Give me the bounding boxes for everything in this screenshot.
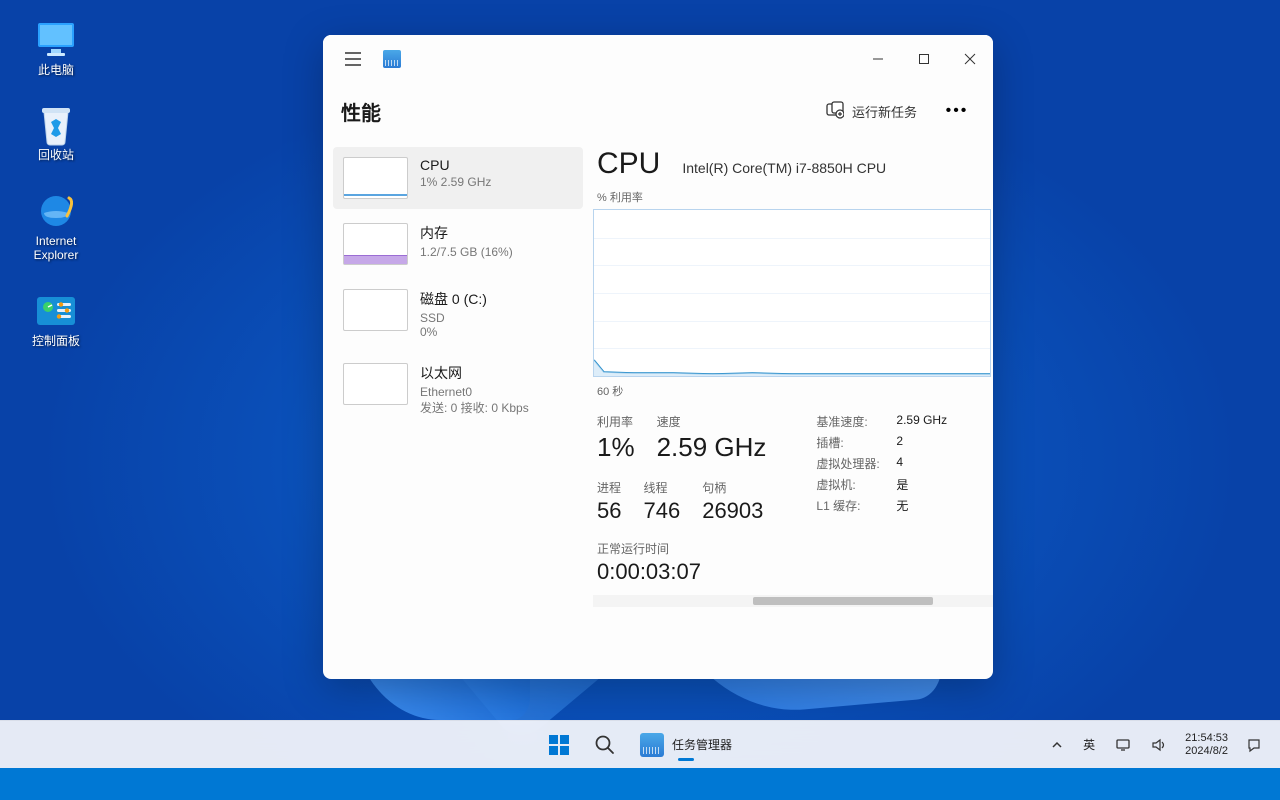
titlebar[interactable] bbox=[323, 35, 993, 83]
taskbar-app-task-manager[interactable]: 任务管理器 bbox=[630, 727, 742, 763]
monitor-icon bbox=[34, 20, 78, 60]
taskbar: 任务管理器 英 21:54:53 2024/8/2 bbox=[0, 720, 1280, 768]
cpu-thumbnail bbox=[343, 157, 408, 199]
task-manager-icon bbox=[640, 733, 664, 757]
start-button[interactable] bbox=[538, 724, 580, 766]
chart-y-label: % 利用率 bbox=[593, 189, 993, 209]
search-button[interactable] bbox=[584, 724, 626, 766]
tray-chevron-up[interactable] bbox=[1043, 735, 1071, 755]
speed-value: 2.59 GHz bbox=[657, 432, 767, 463]
processes-value: 56 bbox=[597, 498, 621, 524]
desktop-icon-this-pc[interactable]: 此电脑 bbox=[20, 20, 92, 77]
recycle-bin-icon bbox=[34, 105, 78, 145]
taskbar-clock[interactable]: 21:54:53 2024/8/2 bbox=[1179, 732, 1234, 757]
memory-thumbnail bbox=[343, 223, 408, 265]
network-icon[interactable] bbox=[1107, 733, 1139, 757]
sidebar-item-disk[interactable]: 磁盘 0 (C:) SSD 0% bbox=[333, 279, 583, 349]
sidebar-item-ethernet[interactable]: 以太网 Ethernet0 发送: 0 接收: 0 Kbps bbox=[333, 353, 583, 426]
ethernet-thumbnail bbox=[343, 363, 408, 405]
run-new-task-button[interactable]: 运行新任务 bbox=[818, 95, 925, 128]
control-panel-icon bbox=[34, 291, 78, 331]
volume-icon[interactable] bbox=[1143, 733, 1175, 757]
ime-indicator[interactable]: 英 bbox=[1075, 732, 1103, 757]
detail-title: CPU bbox=[597, 147, 660, 181]
page-title: 性能 bbox=[341, 97, 381, 126]
cpu-specs: 基准速度:2.59 GHz 插槽:2 虚拟处理器:4 虚拟机:是 L1 缓存:无 bbox=[816, 413, 947, 585]
task-manager-window: 性能 运行新任务 ••• CPU 1% 2.59 GHz bbox=[323, 35, 993, 679]
cpu-utilization-chart bbox=[593, 209, 991, 377]
desktop-icon-internet-explorer[interactable]: Internet Explorer bbox=[20, 191, 92, 263]
desktop-icon-control-panel[interactable]: 控制面板 bbox=[20, 291, 92, 348]
minimize-button[interactable] bbox=[855, 39, 901, 79]
cpu-detail-pane: CPU Intel(R) Core(TM) i7-8850H CPU % 利用率… bbox=[593, 143, 993, 679]
more-options-button[interactable]: ••• bbox=[939, 93, 975, 129]
sidebar-item-memory[interactable]: 内存 1.2/7.5 GB (16%) bbox=[333, 213, 583, 275]
utilization-value: 1% bbox=[597, 432, 635, 463]
close-button[interactable] bbox=[947, 39, 993, 79]
cpu-model: Intel(R) Core(TM) i7-8850H CPU bbox=[682, 160, 886, 176]
threads-value: 746 bbox=[643, 498, 680, 524]
performance-sidebar: CPU 1% 2.59 GHz 内存 1.2/7.5 GB (16%) 磁盘 0… bbox=[323, 143, 593, 679]
maximize-button[interactable] bbox=[901, 39, 947, 79]
desktop-icon-recycle-bin[interactable]: 回收站 bbox=[20, 105, 92, 162]
task-manager-icon bbox=[383, 50, 401, 68]
disk-thumbnail bbox=[343, 289, 408, 331]
notifications-icon[interactable] bbox=[1238, 733, 1270, 757]
horizontal-scrollbar[interactable] bbox=[593, 595, 993, 607]
sidebar-item-cpu[interactable]: CPU 1% 2.59 GHz bbox=[333, 147, 583, 209]
handles-value: 26903 bbox=[702, 498, 763, 524]
uptime-value: 0:00:03:07 bbox=[597, 559, 766, 585]
menu-button[interactable] bbox=[335, 41, 371, 77]
new-task-icon bbox=[826, 101, 844, 122]
chart-x-label: 60 秒 bbox=[593, 383, 993, 413]
ie-icon bbox=[34, 191, 78, 231]
run-new-task-label: 运行新任务 bbox=[852, 102, 917, 121]
